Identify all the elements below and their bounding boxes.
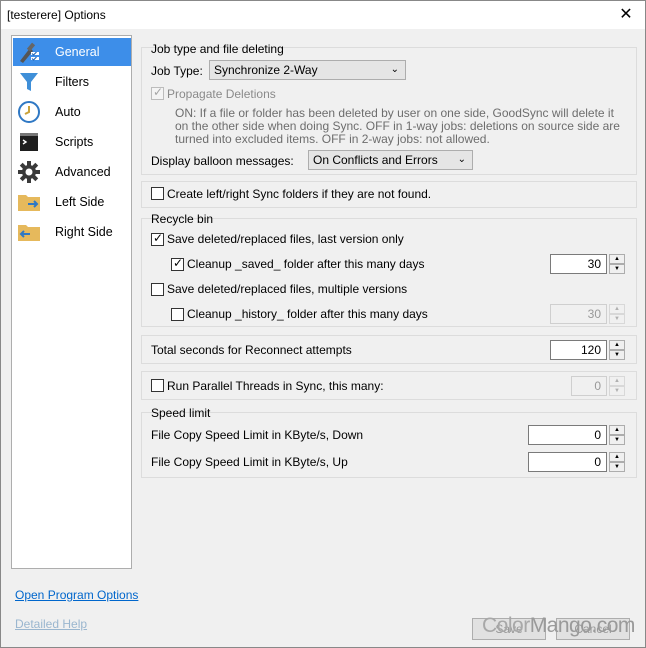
speed-down-label: File Copy Speed Limit in KByte/s, Down	[151, 428, 364, 442]
parallel-threads-checkbox[interactable]	[151, 379, 164, 392]
job-type-label: Job Type:	[151, 64, 203, 78]
folder-arrow-left-icon	[16, 220, 42, 244]
propagate-deletions-description: ON: If a file or folder has been deleted…	[175, 106, 620, 146]
save-last-version-checkbox[interactable]: ✓	[151, 231, 164, 246]
sidebar-item-filters[interactable]: Filters	[13, 68, 131, 96]
job-group-label: Job type and file deleting	[151, 42, 284, 56]
create-folders-label: Create left/right Sync folders if they a…	[167, 187, 432, 201]
spin-down-icon[interactable]: ▼	[609, 314, 625, 324]
cleanup-history-label: Cleanup _history_ folder after this many…	[187, 307, 428, 321]
spin-up-icon[interactable]: ▲	[609, 340, 625, 350]
category-sidebar: General Filters Auto Scripts Advanced Le…	[11, 35, 132, 569]
spin-down-icon[interactable]: ▼	[609, 462, 625, 472]
cleanup-saved-spinner[interactable]: ▲ ▼	[609, 254, 625, 274]
sidebar-item-label: Advanced	[55, 165, 111, 179]
check-icon: ✓	[173, 256, 184, 270]
cleanup-saved-label: Cleanup _saved_ folder after this many d…	[187, 257, 425, 271]
balloon-messages-label: Display balloon messages:	[151, 154, 294, 168]
spin-up-icon[interactable]: ▲	[609, 425, 625, 435]
reconnect-label: Total seconds for Reconnect attempts	[151, 343, 352, 357]
folder-arrow-right-icon	[16, 190, 42, 214]
spin-down-icon[interactable]: ▼	[609, 264, 625, 274]
watermark: ColorMango.com	[482, 614, 635, 637]
sidebar-item-label: Filters	[55, 75, 90, 89]
sidebar-item-advanced[interactable]: Advanced	[13, 158, 131, 186]
sidebar-item-label: Auto	[55, 105, 81, 119]
save-multiple-versions-label: Save deleted/replaced files, multiple ve…	[167, 282, 408, 296]
speed-up-label: File Copy Speed Limit in KByte/s, Up	[151, 455, 348, 469]
job-type-value: Synchronize 2-Way	[214, 63, 318, 77]
cleanup-history-spinner[interactable]: ▲ ▼	[609, 304, 625, 324]
speed-up-input[interactable]: 0	[528, 452, 607, 472]
parallel-threads-label: Run Parallel Threads in Sync, this many:	[167, 379, 384, 393]
sidebar-item-left-side[interactable]: Left Side	[13, 188, 131, 216]
detailed-help-link[interactable]: Detailed Help	[15, 617, 87, 631]
terminal-icon	[16, 130, 42, 154]
spin-down-icon[interactable]: ▼	[609, 350, 625, 360]
sidebar-item-label: General	[55, 45, 100, 59]
cleanup-saved-days-input[interactable]: 30	[550, 254, 607, 274]
balloon-messages-select[interactable]: On Conflicts and Errors ⌄	[308, 150, 473, 170]
reconnect-seconds-input[interactable]: 120	[550, 340, 607, 360]
spin-up-icon[interactable]: ▲	[609, 376, 625, 386]
general-settings-icon	[16, 40, 42, 64]
spin-down-icon[interactable]: ▼	[609, 435, 625, 445]
sidebar-item-auto[interactable]: Auto	[13, 98, 131, 126]
cleanup-history-days-input[interactable]: 30	[550, 304, 607, 324]
sidebar-item-general[interactable]: General	[13, 38, 131, 66]
title-bar: [testerere] Options ✕	[1, 1, 645, 29]
spin-up-icon[interactable]: ▲	[609, 254, 625, 264]
sidebar-item-label: Right Side	[55, 225, 113, 239]
job-type-select[interactable]: Synchronize 2-Way ⌄	[209, 60, 406, 80]
window-title: [testerere] Options	[7, 8, 106, 22]
check-icon: ✓	[153, 231, 164, 245]
propagate-deletions-label: Propagate Deletions	[167, 87, 276, 101]
sidebar-item-scripts[interactable]: Scripts	[13, 128, 131, 156]
save-last-version-label: Save deleted/replaced files, last versio…	[167, 232, 404, 246]
balloon-messages-value: On Conflicts and Errors	[313, 153, 438, 167]
propagate-deletions-checkbox[interactable]: ✓	[151, 85, 164, 100]
sidebar-item-right-side[interactable]: Right Side	[13, 218, 131, 246]
cleanup-history-checkbox[interactable]	[171, 308, 184, 321]
check-icon: ✓	[153, 85, 164, 99]
speed-down-spinner[interactable]: ▲ ▼	[609, 425, 625, 445]
cleanup-saved-checkbox[interactable]: ✓	[171, 256, 184, 271]
parallel-threads-input[interactable]: 0	[571, 376, 607, 396]
close-button[interactable]: ✕	[615, 5, 637, 25]
clock-icon	[16, 100, 42, 124]
reconnect-spinner[interactable]: ▲ ▼	[609, 340, 625, 360]
spin-up-icon[interactable]: ▲	[609, 452, 625, 462]
save-multiple-versions-checkbox[interactable]	[151, 283, 164, 296]
create-folders-checkbox[interactable]	[151, 187, 164, 200]
spin-down-icon[interactable]: ▼	[609, 386, 625, 396]
options-window: [testerere] Options ✕ General Filters Au…	[0, 0, 646, 648]
sidebar-item-label: Scripts	[55, 135, 94, 149]
speed-up-spinner[interactable]: ▲ ▼	[609, 452, 625, 472]
recycle-bin-label: Recycle bin	[151, 212, 214, 226]
funnel-icon	[16, 70, 42, 94]
speed-down-input[interactable]: 0	[528, 425, 607, 445]
chevron-down-icon: ⌄	[457, 154, 466, 165]
open-program-options-link[interactable]: Open Program Options	[15, 588, 138, 602]
gear-icon	[16, 160, 42, 184]
parallel-threads-spinner[interactable]: ▲ ▼	[609, 376, 625, 396]
speed-limit-label: Speed limit	[151, 406, 211, 420]
chevron-down-icon: ⌄	[390, 64, 399, 75]
spin-up-icon[interactable]: ▲	[609, 304, 625, 314]
sidebar-item-label: Left Side	[55, 195, 105, 209]
